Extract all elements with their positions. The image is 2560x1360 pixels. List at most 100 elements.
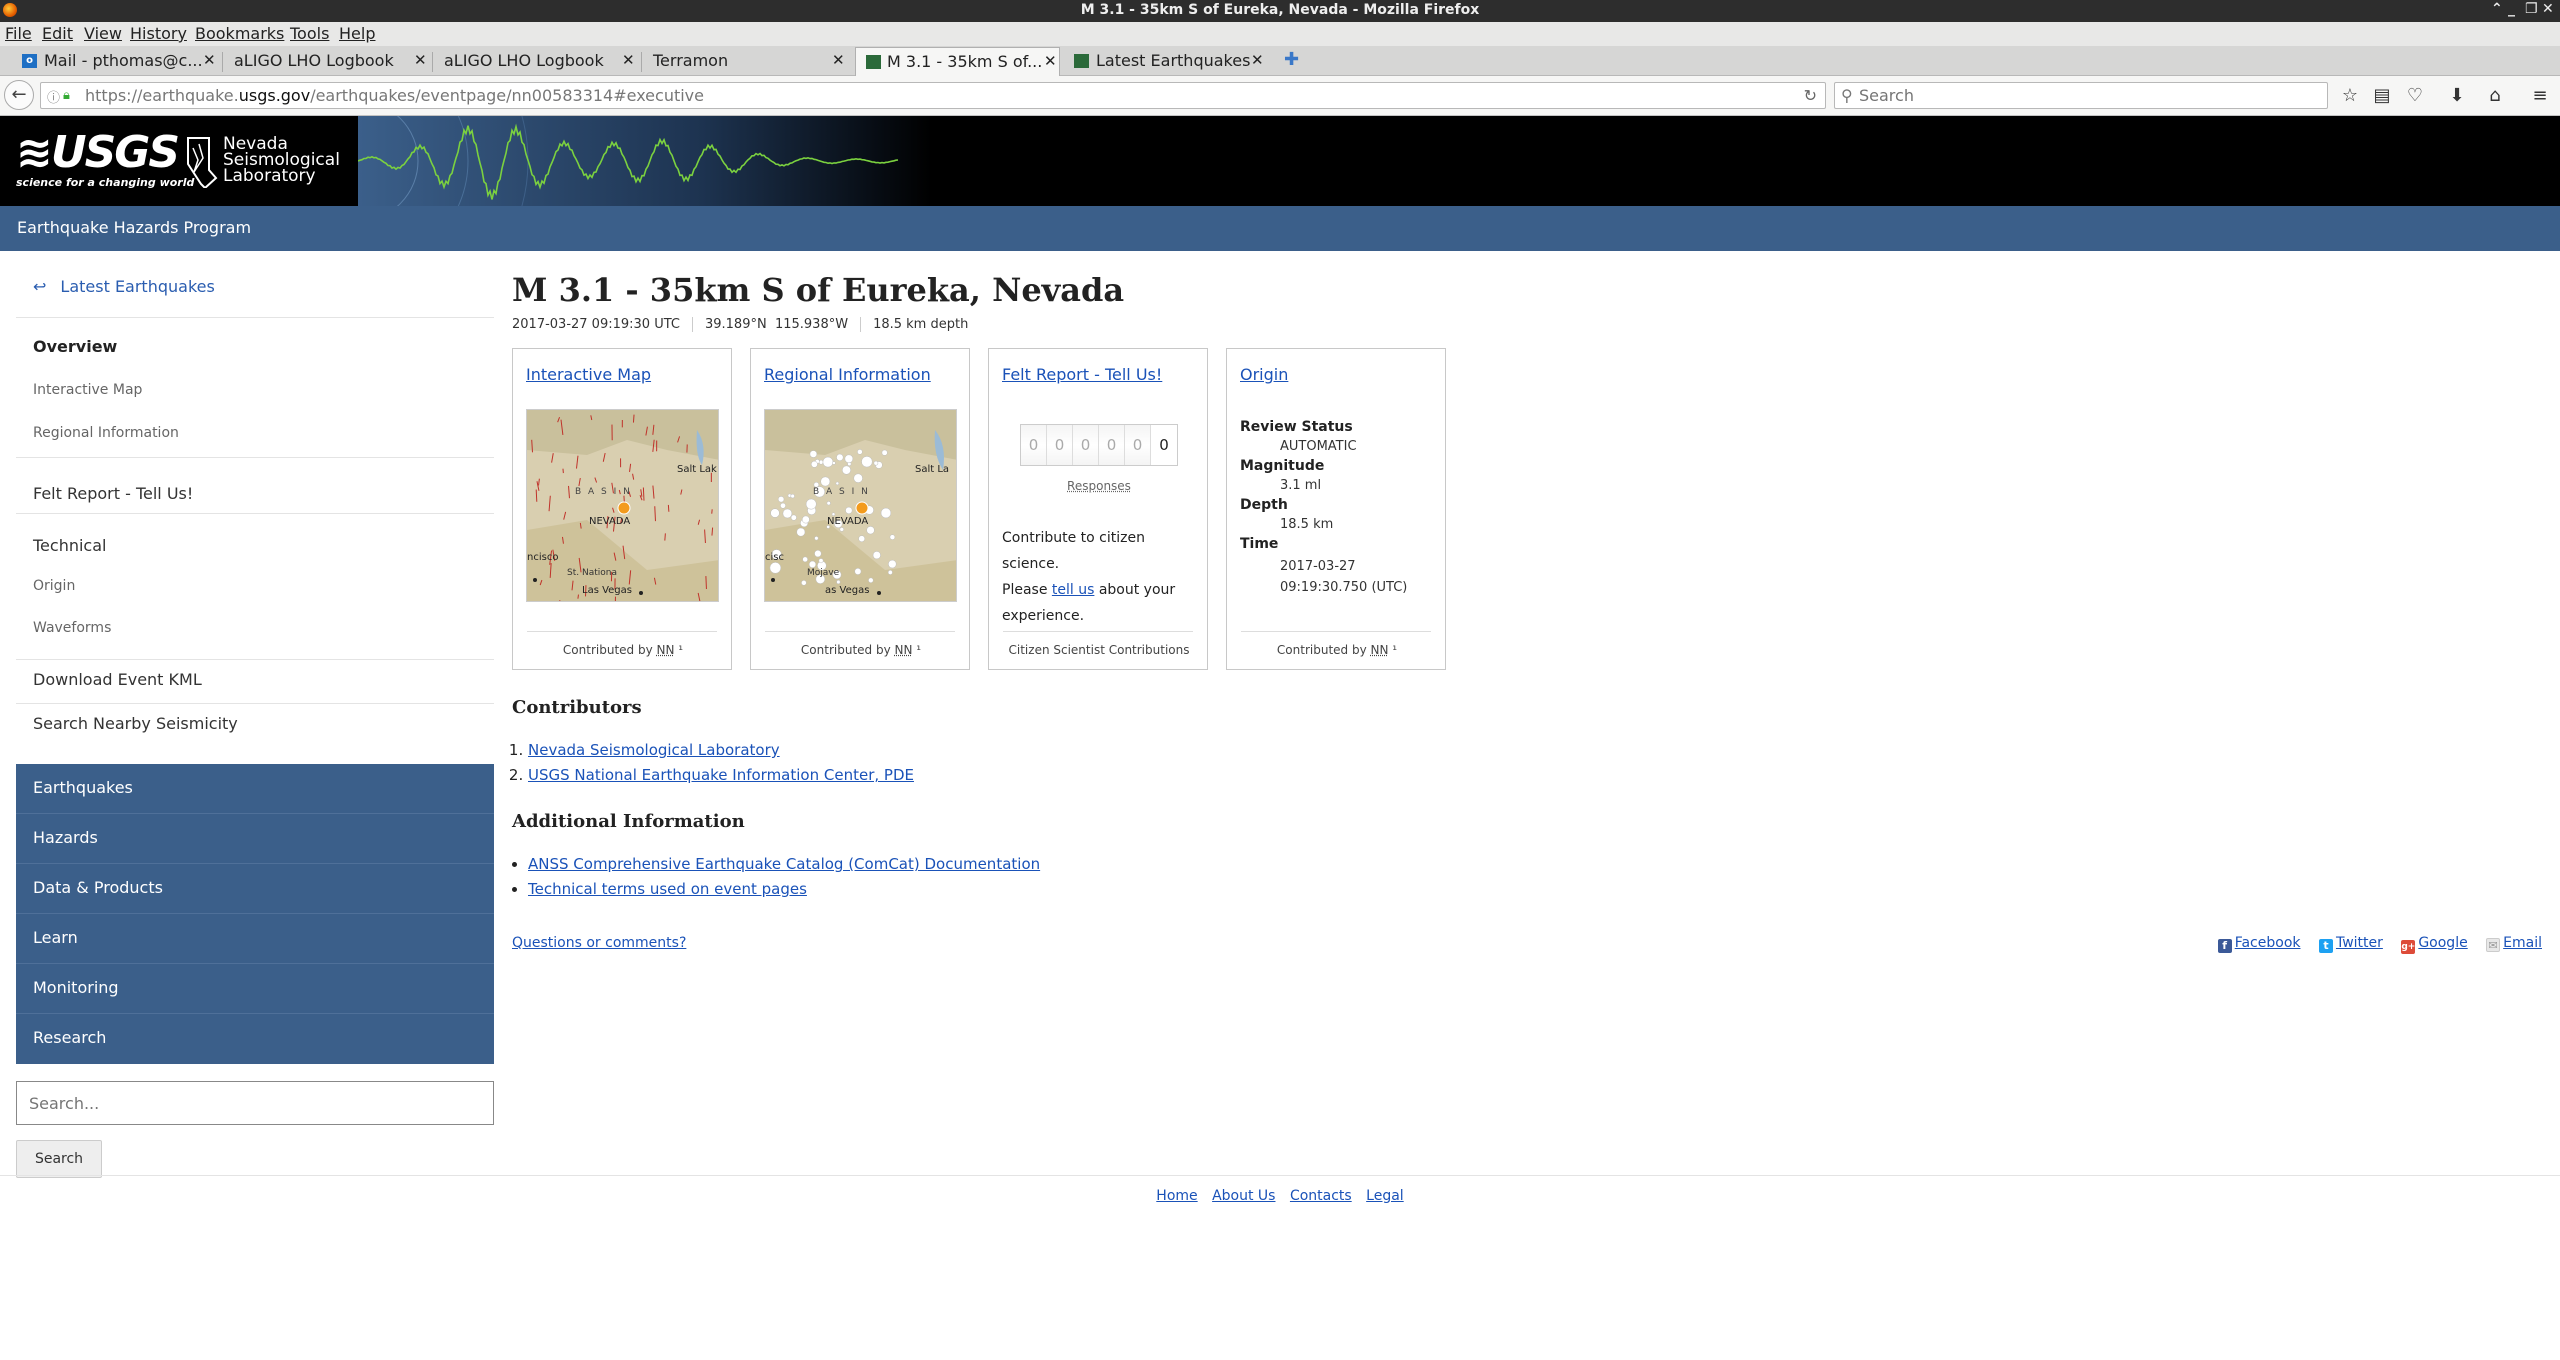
menu-file[interactable]: File: [5, 24, 32, 43]
minimize-icon[interactable]: _: [2508, 1, 2515, 17]
fault-line: [577, 594, 579, 599]
quake-dot: [832, 461, 836, 465]
sidebar-item-regional-info[interactable]: Regional Information: [33, 425, 179, 441]
footer-about-link[interactable]: About Us: [1212, 1188, 1275, 1204]
nav-data-products[interactable]: Data & Products: [16, 864, 494, 914]
quake-dot: [809, 450, 818, 458]
sidebar-item-waveforms[interactable]: Waveforms: [33, 620, 111, 636]
share-email[interactable]: ✉ Email: [2486, 935, 2542, 952]
site-search-input[interactable]: [16, 1081, 494, 1125]
menu-view[interactable]: View: [84, 24, 122, 43]
tab-event-page[interactable]: M 3.1 - 35km S of... ✕: [855, 47, 1060, 77]
origin-link[interactable]: Origin: [1240, 365, 1288, 384]
regional-map-thumbnail[interactable]: Salt La NEVADA B A S I N cisc as Vegas M…: [764, 409, 957, 602]
contributor-link[interactable]: USGS National Earthquake Information Cen…: [528, 766, 914, 784]
browser-search-bar[interactable]: ⚲: [1834, 82, 2328, 109]
share-facebook[interactable]: f Facebook: [2217, 935, 2301, 953]
nav-hazards[interactable]: Hazards: [16, 814, 494, 864]
google-plus-icon: g+: [2401, 940, 2416, 954]
interactive-map-thumbnail[interactable]: Salt Lak NEVADA B A S I N ncisco Las Veg…: [526, 409, 719, 602]
sidebar-item-technical[interactable]: Technical: [33, 536, 106, 555]
footer-contacts-link[interactable]: Contacts: [1290, 1188, 1352, 1204]
nav-research[interactable]: Research: [16, 1014, 494, 1064]
tab-alogbook-1[interactable]: aLIGO LHO Logbook ✕: [226, 47, 427, 76]
home-icon[interactable]: ⌂: [2483, 85, 2507, 106]
maximize-icon[interactable]: ❐: [2525, 1, 2538, 17]
depth-value: 18.5 km: [1280, 517, 1334, 532]
close-window-icon[interactable]: ✕: [2542, 1, 2554, 17]
quake-dot: [801, 515, 810, 524]
tab-close-icon[interactable]: ✕: [1251, 51, 1264, 69]
quake-dot: [857, 449, 863, 455]
tab-close-icon[interactable]: ✕: [414, 51, 427, 69]
program-bar: Earthquake Hazards Program: [0, 206, 2560, 251]
info-icon[interactable]: ⓘ: [47, 87, 60, 106]
contributors-list: Nevada Seismological Laboratory USGS Nat…: [528, 738, 914, 788]
regional-info-link[interactable]: Regional Information: [764, 365, 931, 384]
menu-history[interactable]: History: [130, 24, 187, 43]
tab-close-icon[interactable]: ✕: [1044, 52, 1057, 70]
menu-help[interactable]: Help: [339, 24, 375, 43]
contributed-by: Contributed by NN ¹: [800, 643, 922, 657]
footer-home-link[interactable]: Home: [1156, 1188, 1197, 1204]
comcat-docs-link[interactable]: ANSS Comprehensive Earthquake Catalog (C…: [528, 855, 1040, 873]
tab-close-icon[interactable]: ✕: [203, 51, 216, 69]
reload-icon[interactable]: ↻: [1804, 86, 1817, 105]
site-search-button[interactable]: Search: [16, 1140, 102, 1178]
fault-line: [664, 533, 666, 541]
url-bar[interactable]: ⓘ 🔒︎ https://earthquake.usgs.gov/earthqu…: [40, 82, 1826, 109]
sidebar-item-download-kml[interactable]: Download Event KML: [33, 670, 202, 689]
menu-edit[interactable]: Edit: [42, 24, 73, 43]
tab-close-icon[interactable]: ✕: [832, 51, 845, 69]
tab-latest-earthquakes[interactable]: Latest Earthquakes ✕: [1066, 47, 1271, 76]
questions-link[interactable]: Questions or comments?: [512, 935, 686, 951]
sidebar-item-overview[interactable]: Overview: [33, 337, 117, 356]
lock-icon[interactable]: 🔒︎: [63, 88, 70, 103]
interactive-map-link[interactable]: Interactive Map: [526, 365, 651, 384]
site-header: ≋USGS science for a changing world Nevad…: [0, 116, 2560, 206]
nsl-logo[interactable]: Nevada Seismological Laboratory: [185, 134, 355, 194]
pocket-icon[interactable]: ♡: [2403, 85, 2427, 106]
quake-dot: [796, 527, 806, 537]
technical-terms-link[interactable]: Technical terms used on event pages: [528, 880, 807, 898]
browser-search-input[interactable]: [1859, 85, 2319, 106]
tab-mail[interactable]: o Mail - pthomas@c... ✕: [10, 47, 216, 76]
nav-learn[interactable]: Learn: [16, 914, 494, 964]
reading-list-icon[interactable]: ▤: [2370, 85, 2394, 106]
menu-tools[interactable]: Tools: [290, 24, 329, 43]
felt-report-link[interactable]: Felt Report - Tell Us!: [1002, 365, 1162, 384]
menu-bookmarks[interactable]: Bookmarks: [195, 24, 284, 43]
download-icon[interactable]: ⬇: [2445, 85, 2469, 106]
hamburger-menu-icon[interactable]: ≡: [2528, 85, 2552, 106]
tab-alogbook-2[interactable]: aLIGO LHO Logbook ✕: [436, 47, 636, 76]
window-up-icon[interactable]: ⌃: [2491, 1, 2503, 17]
event-summary: 2017-03-27 09:19:30 UTC 39.189°N 115.938°…: [512, 317, 980, 332]
share-twitter[interactable]: t Twitter: [2318, 935, 2383, 953]
url-text[interactable]: https://earthquake.usgs.gov/earthquakes/…: [85, 86, 704, 105]
response-counter: 000000: [1020, 424, 1178, 466]
nav-earthquakes[interactable]: Earthquakes: [16, 764, 494, 814]
back-arrow-icon[interactable]: ←: [4, 80, 34, 110]
quake-dot: [801, 580, 807, 586]
footer-legal-link[interactable]: Legal: [1366, 1188, 1404, 1204]
usgs-favicon-icon: [866, 55, 881, 69]
usgs-logo[interactable]: ≋USGS science for a changing world: [16, 127, 194, 193]
program-link[interactable]: Earthquake Hazards Program: [17, 218, 251, 237]
contributor-link[interactable]: Nevada Seismological Laboratory: [528, 741, 780, 759]
sidebar-item-felt-report[interactable]: Felt Report - Tell Us!: [33, 484, 193, 503]
bookmark-star-icon[interactable]: ☆: [2338, 85, 2362, 106]
svg-text:as Vegas: as Vegas: [825, 585, 869, 596]
tab-close-icon[interactable]: ✕: [622, 51, 635, 69]
nav-monitoring[interactable]: Monitoring: [16, 964, 494, 1014]
new-tab-icon[interactable]: ✚: [1284, 49, 1299, 70]
list-item: USGS National Earthquake Information Cen…: [528, 763, 914, 788]
back-to-latest-link[interactable]: ↩ Latest Earthquakes: [33, 277, 215, 296]
sidebar-item-search-nearby[interactable]: Search Nearby Seismicity: [33, 714, 238, 733]
tell-us-link[interactable]: tell us: [1052, 582, 1095, 598]
fault-line: [711, 527, 714, 536]
menubar: File Edit View History Bookmarks Tools H…: [0, 22, 2560, 46]
sidebar-item-interactive-map[interactable]: Interactive Map: [33, 382, 142, 398]
tab-terramon[interactable]: Terramon ✕: [645, 47, 845, 76]
sidebar-item-origin[interactable]: Origin: [33, 578, 75, 594]
share-google[interactable]: g+ Google: [2401, 935, 2468, 954]
